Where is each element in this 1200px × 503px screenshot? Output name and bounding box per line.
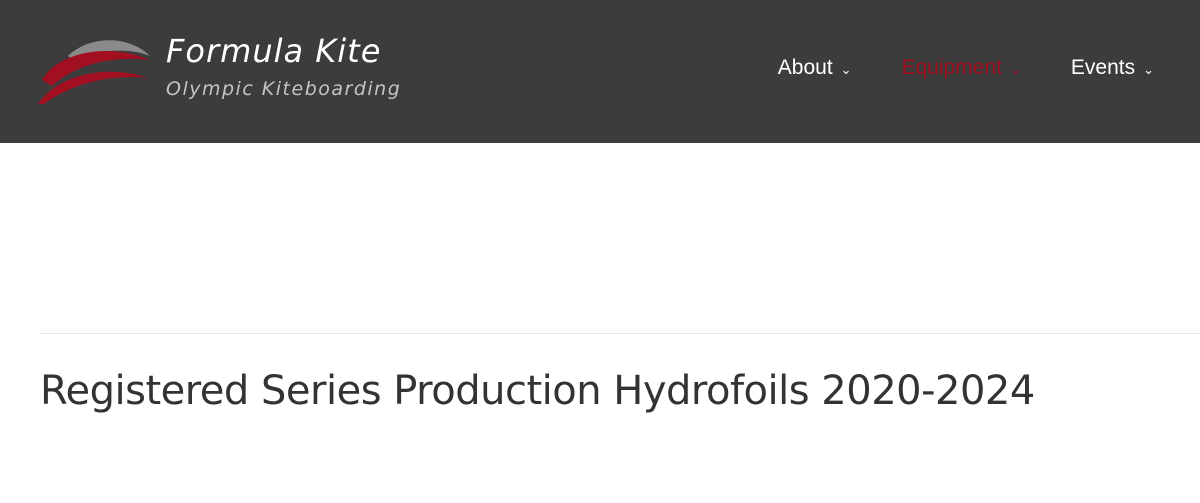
chevron-down-icon: ⌄: [840, 61, 852, 77]
site-logo[interactable]: Formula Kite Olympic Kiteboarding: [38, 32, 478, 112]
nav-about-label: About: [777, 56, 833, 79]
main-nav: About ⌄ Equipment ⌄ Events ⌄: [778, 56, 1154, 80]
chevron-down-icon: ⌄: [1143, 61, 1154, 77]
logo-title: Formula Kite: [166, 32, 381, 70]
logo-title-kite: Kite: [315, 32, 382, 70]
page-title: Registered Series Production Hydrofoils …: [40, 368, 1035, 414]
kite-logo-icon: [38, 40, 150, 104]
chevron-down-icon: ⌄: [1009, 61, 1021, 77]
logo-title-formula: Formula: [166, 32, 305, 70]
nav-item-equipment[interactable]: Equipment ⌄: [902, 56, 1021, 80]
nav-equipment-label: Equipment: [901, 56, 1002, 79]
logo-subtitle: Olympic Kiteboarding: [166, 78, 402, 100]
nav-item-events[interactable]: Events ⌄: [1071, 56, 1154, 80]
nav-events-label: Events: [1070, 56, 1136, 79]
nav-item-about[interactable]: About ⌄: [778, 56, 852, 80]
site-header: Formula Kite Olympic Kiteboarding About …: [0, 0, 1200, 143]
content-divider: [40, 333, 1200, 334]
